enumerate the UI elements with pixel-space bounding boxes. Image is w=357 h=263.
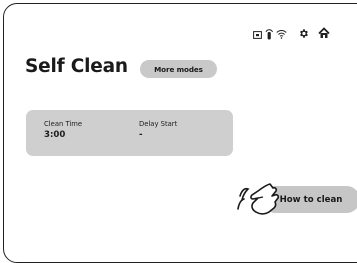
tap-icon	[265, 29, 273, 40]
remote-control-icon	[253, 31, 262, 39]
delay-start-label: Delay Start	[139, 120, 178, 128]
more-modes-button[interactable]: More modes	[140, 60, 217, 78]
wifi-icon	[276, 30, 287, 39]
home-icon[interactable]	[318, 27, 330, 39]
page-title: Self Clean	[25, 56, 128, 77]
settings-icon[interactable]	[298, 28, 309, 39]
appliance-screen: Self Clean More modes Clean Time 3:00 De…	[3, 3, 357, 263]
delay-start-value: -	[139, 130, 143, 140]
pointing-hand-icon	[237, 183, 280, 215]
info-card: Clean Time 3:00 Delay Start -	[26, 110, 233, 156]
clean-time-value: 3:00	[44, 130, 66, 140]
clean-time-label: Clean Time	[44, 120, 83, 128]
